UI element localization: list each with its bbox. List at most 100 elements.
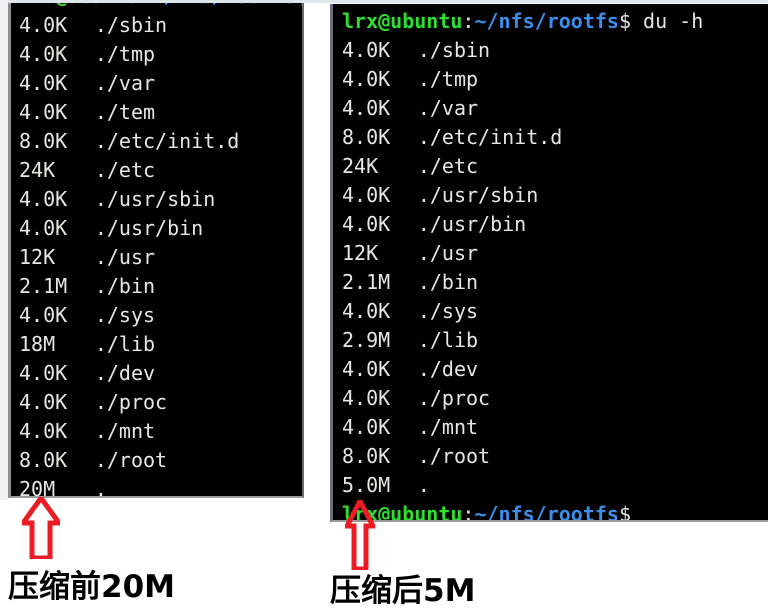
du-path-cell: ./root	[417, 444, 491, 468]
prompt-dollar: $	[296, 3, 302, 8]
du-output-row: 24K ./etc	[342, 152, 703, 181]
du-size-cell: 4.0K	[19, 13, 68, 37]
prompt-dollar: $	[618, 502, 632, 522]
du-size-cell: 4.0K	[19, 216, 68, 240]
du-output-row: 2.1M ./bin	[19, 272, 302, 301]
du-size-cell: 12K	[19, 245, 56, 269]
du-output-row: 4.0K ./tmp	[19, 40, 302, 69]
terminal-prompt-line: lrx@ubuntu:~/nfs/rootfs$	[342, 500, 703, 522]
du-path-cell: ./usr/sbin	[94, 187, 216, 211]
du-output-row: 4.0K ./sys	[19, 301, 302, 330]
du-path-cell: ./proc	[94, 390, 168, 414]
du-path-cell: ./mnt	[94, 419, 156, 443]
prompt-path: ~/nfs/rootfs	[474, 9, 619, 33]
du-size-cell: 4.0K	[19, 390, 68, 414]
du-output-row: 4.0K ./usr/sbin	[342, 181, 703, 210]
du-path-cell: ./var	[417, 96, 479, 120]
du-output-row: 4.0K ./usr/sbin	[19, 185, 302, 214]
du-output-row: 4.0K ./usr/bin	[19, 214, 302, 243]
du-size-cell: 2.1M	[19, 274, 68, 298]
du-path-cell: .	[417, 473, 430, 497]
terminal-before-output: lrx@ubuntu:~/nfs/rootfs$ du -h 4.0K ./sbin…	[19, 3, 302, 498]
du-path-cell: ./tem	[94, 100, 156, 124]
du-path-cell: ./dev	[94, 361, 156, 385]
du-output-row: 24K ./etc	[19, 156, 302, 185]
du-path-cell: ./root	[94, 448, 168, 472]
du-size-cell: 2.9M	[342, 328, 391, 352]
prompt-user-host: lrx@ubuntu	[19, 3, 139, 8]
du-size-cell: 4.0K	[19, 303, 68, 327]
du-path-cell: ./bin	[94, 274, 156, 298]
du-path-cell: ./usr	[417, 241, 479, 265]
du-path-cell: .	[94, 477, 107, 498]
du-output-row: 12K ./usr	[19, 243, 302, 272]
du-output-row: 12K ./usr	[342, 239, 703, 268]
du-output-row: 4.0K ./mnt	[342, 413, 703, 442]
du-path-cell: ./usr/bin	[94, 216, 204, 240]
du-path-cell: ./etc/init.d	[94, 129, 240, 153]
du-output-row: 8.0K ./root	[19, 446, 302, 475]
du-output-row: 4.0K ./var	[342, 94, 703, 123]
du-size-cell: 4.0K	[19, 100, 68, 124]
terminal-before-compression[interactable]: lrx@ubuntu:~/nfs/rootfs$ du -h 4.0K ./sbin…	[8, 3, 304, 498]
du-size-cell: 8.0K	[342, 444, 391, 468]
page-left-gutter	[0, 0, 8, 500]
du-output-row: 4.0K ./proc	[342, 384, 703, 413]
terminal-after-output: lrx@ubuntu:~/nfs/rootfs$ du -h 4.0K ./sbin…	[342, 7, 703, 522]
du-size-cell: 8.0K	[19, 448, 68, 472]
prompt-command: du -h	[631, 9, 704, 33]
du-output-row: 2.9M ./lib	[342, 326, 703, 355]
up-arrow-icon-right	[345, 500, 375, 570]
terminal-after-compression[interactable]: lrx@ubuntu:~/nfs/rootfs$ du -h 4.0K ./sbin…	[330, 4, 768, 522]
du-path-cell: ./sbin	[417, 38, 491, 62]
du-output-row: 2.1M ./bin	[342, 268, 703, 297]
du-path-cell: ./tmp	[417, 67, 479, 91]
du-size-cell: 4.0K	[19, 42, 68, 66]
prompt-colon: :	[462, 502, 475, 522]
du-size-cell: 4.0K	[342, 386, 391, 410]
du-size-cell: 4.0K	[342, 357, 391, 381]
terminal-prompt-line-clipped: lrx@ubuntu:~/nfs/rootfs$ du -h	[19, 3, 302, 11]
du-size-cell: 24K	[19, 158, 56, 182]
du-path-cell: ./etc	[417, 154, 479, 178]
du-output-row: 4.0K ./tmp	[342, 65, 703, 94]
du-path-cell: ./var	[94, 71, 156, 95]
du-size-cell: 12K	[342, 241, 379, 265]
du-size-cell: 18M	[19, 332, 56, 356]
du-size-cell: 4.0K	[342, 38, 391, 62]
du-output-row: 4.0K ./sbin	[342, 36, 703, 65]
du-output-row: 4.0K ./tem	[19, 98, 302, 127]
du-path-cell: ./lib	[417, 328, 479, 352]
du-size-cell: 24K	[342, 154, 379, 178]
du-path-cell: ./lib	[94, 332, 156, 356]
du-output-row: 8.0K ./root	[342, 442, 703, 471]
du-output-row: 20M.	[19, 475, 302, 498]
caption-before-compression: 压缩前20M	[8, 569, 175, 605]
du-size-cell: 4.0K	[342, 415, 391, 439]
du-output-row: 4.0K ./var	[19, 69, 302, 98]
du-output-row: 18M ./lib	[19, 330, 302, 359]
du-path-cell: ./etc	[94, 158, 156, 182]
du-path-cell: ./proc	[417, 386, 491, 410]
prompt-path: ~/nfs/rootfs	[151, 3, 296, 8]
du-output-row: 4.0K ./dev	[342, 355, 703, 384]
du-size-cell: 5.0M	[342, 473, 391, 497]
du-path-cell: ./sys	[94, 303, 156, 327]
prompt-colon: :	[139, 3, 151, 8]
du-output-row: 4.0K ./usr/bin	[342, 210, 703, 239]
terminal-prompt-line: lrx@ubuntu:~/nfs/rootfs$ du -h	[342, 7, 703, 36]
du-size-cell: 4.0K	[342, 212, 391, 236]
du-size-cell: 8.0K	[342, 125, 391, 149]
prompt-dollar: $	[618, 9, 632, 33]
du-path-cell: ./mnt	[417, 415, 479, 439]
du-size-cell: 2.1M	[342, 270, 391, 294]
du-size-cell: 4.0K	[342, 67, 391, 91]
du-path-cell: ./sys	[417, 299, 479, 323]
du-output-row: 8.0K ./etc/init.d	[342, 123, 703, 152]
du-size-cell: 8.0K	[19, 129, 68, 153]
du-output-row: 5.0M.	[342, 471, 703, 500]
du-size-cell: 4.0K	[19, 187, 68, 211]
du-size-cell: 4.0K	[342, 183, 391, 207]
prompt-user-host: lrx@ubuntu	[342, 9, 463, 33]
du-size-cell: 4.0K	[19, 71, 68, 95]
